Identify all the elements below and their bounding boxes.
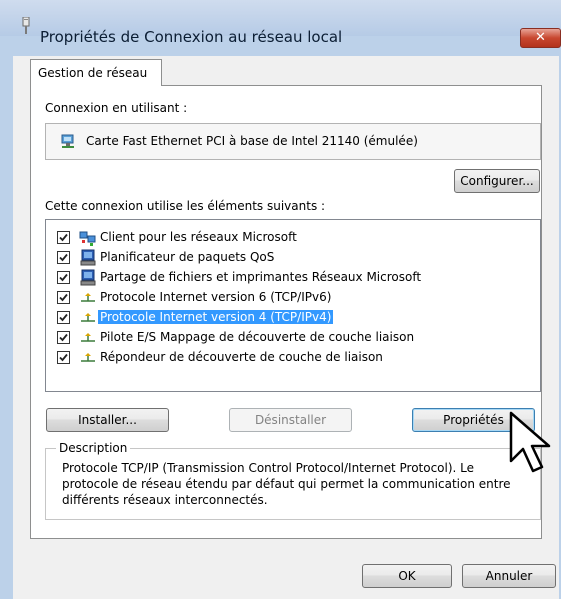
checkbox[interactable]: [57, 331, 70, 344]
network-connection-icon: [22, 17, 30, 34]
protocol-icon: [81, 293, 95, 302]
list-item[interactable]: Planificateur de paquets QoS: [46, 248, 540, 268]
cancel-button[interactable]: Annuler: [462, 564, 556, 588]
list-item-label: Pilote E/S Mappage de découverte de couc…: [100, 330, 415, 344]
checkbox[interactable]: [57, 271, 70, 284]
close-icon: ✕: [535, 30, 546, 45]
checkbox[interactable]: [57, 291, 70, 304]
list-item-label: Protocole Internet version 4 (TCP/IPv4): [98, 310, 334, 324]
checkmark-icon: [59, 273, 68, 282]
adapter-name: Carte Fast Ethernet PCI à base de Intel …: [86, 134, 418, 148]
components-label: Cette connexion utilise les éléments sui…: [45, 199, 326, 213]
tab-network[interactable]: Gestion de réseau: [30, 59, 162, 86]
checkbox[interactable]: [57, 251, 70, 264]
configure-button[interactable]: Configurer...: [454, 169, 540, 193]
close-button[interactable]: ✕: [520, 28, 561, 48]
window-title: Propriétés de Connexion au réseau local: [40, 28, 343, 46]
connect-using-label: Connexion en utilisant :: [45, 101, 188, 115]
checkmark-icon: [59, 293, 68, 302]
checkmark-icon: [59, 253, 68, 262]
checkmark-icon: [59, 333, 68, 342]
install-button[interactable]: Installer...: [46, 408, 169, 432]
list-item-label: Client pour les réseaux Microsoft: [100, 230, 297, 244]
checkbox[interactable]: [57, 351, 70, 364]
dialog-window: Propriétés de Connexion au réseau local …: [0, 0, 561, 599]
service-icon: [80, 269, 96, 286]
protocol-icon: [81, 333, 95, 342]
protocol-icon: [81, 313, 95, 322]
description-legend: Description: [56, 441, 131, 455]
description-text: Protocole TCP/IP (Transmission Control P…: [62, 461, 511, 507]
components-list[interactable]: Client pour les réseaux Microsoft Planif…: [45, 219, 541, 392]
list-item-label: Répondeur de découverte de couche de lia…: [100, 350, 383, 364]
adapter-box: Carte Fast Ethernet PCI à base de Intel …: [45, 123, 541, 160]
network-adapter-icon: [61, 134, 74, 148]
list-item-label: Protocole Internet version 6 (TCP/IPv6): [100, 290, 332, 304]
tab-label: Gestion de réseau: [38, 66, 148, 80]
service-icon: [80, 249, 96, 266]
list-item[interactable]: Protocole Internet version 6 (TCP/IPv6): [46, 288, 540, 308]
network-client-icon: [79, 231, 96, 246]
checkbox[interactable]: [57, 231, 70, 244]
checkbox[interactable]: [57, 311, 70, 324]
list-item-label: Planificateur de paquets QoS: [100, 250, 275, 264]
list-item[interactable]: Partage de fichiers et imprimantes Résea…: [46, 268, 540, 288]
list-item-selected[interactable]: Protocole Internet version 4 (TCP/IPv4): [46, 308, 540, 328]
list-item-label: Partage de fichiers et imprimantes Résea…: [100, 270, 422, 284]
checkmark-icon: [59, 353, 68, 362]
list-item[interactable]: Pilote E/S Mappage de découverte de couc…: [46, 328, 540, 348]
checkmark-icon: [59, 233, 68, 242]
checkmark-icon: [59, 313, 68, 322]
uninstall-button[interactable]: Désinstaller: [229, 408, 352, 432]
mouse-cursor-icon: [509, 411, 551, 473]
ok-button[interactable]: OK: [362, 564, 452, 588]
protocol-icon: [81, 353, 95, 362]
list-item[interactable]: Répondeur de découverte de couche de lia…: [46, 348, 540, 368]
list-item[interactable]: Client pour les réseaux Microsoft: [46, 228, 540, 248]
